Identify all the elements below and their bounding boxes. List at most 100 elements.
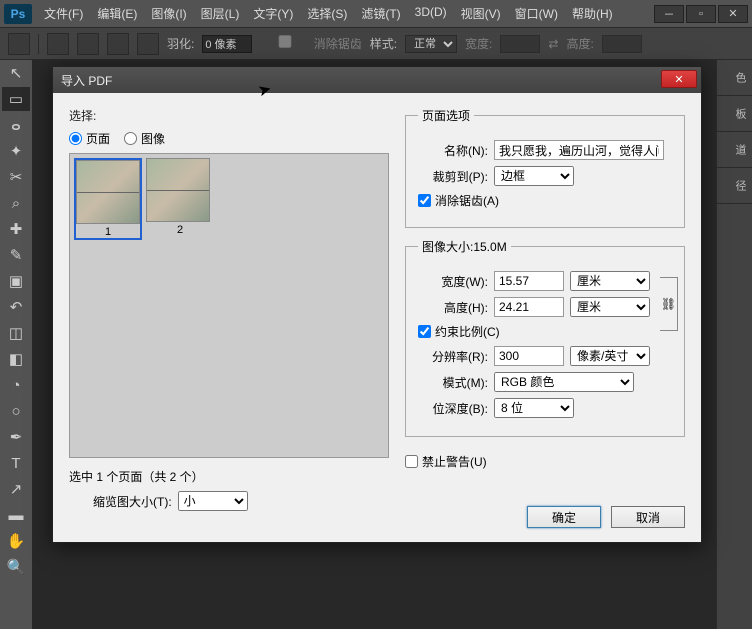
heal-tool[interactable]: ✚	[2, 217, 30, 241]
radio-image[interactable]: 图像	[124, 130, 165, 147]
suppress-warnings-checkbox[interactable]: 禁止警告(U)	[405, 453, 685, 470]
selection-subtract-icon[interactable]	[107, 33, 129, 55]
menu-type[interactable]: 文字(Y)	[247, 1, 299, 26]
marquee-tool[interactable]: ▭	[2, 87, 30, 111]
tools-panel: ↖ ▭ ⴰ ✦ ✂ ⌕ ✚ ✎ ▣ ↶ ◫ ◧ ◔ ○ ✒ T ↗ ▬ ✋ 🔍	[0, 60, 32, 580]
shape-tool[interactable]: ▬	[2, 503, 30, 527]
crop-select[interactable]: 边框	[494, 166, 574, 186]
cancel-button[interactable]: 取消	[611, 506, 685, 528]
resolution-unit-select[interactable]: 像素/英寸	[570, 346, 650, 366]
radio-page[interactable]: 页面	[69, 130, 110, 147]
stamp-tool[interactable]: ▣	[2, 269, 30, 293]
menubar: 文件(F) 编辑(E) 图像(I) 图层(L) 文字(Y) 选择(S) 滤镜(T…	[38, 1, 654, 26]
minimize-button[interactable]: －	[654, 5, 684, 23]
menu-image[interactable]: 图像(I)	[145, 1, 192, 26]
marquee-tool-icon[interactable]	[8, 33, 30, 55]
page-options-group: 页面选项 名称(N): 裁剪到(P): 边框 消除锯齿(A)	[405, 107, 685, 228]
zoom-tool[interactable]: 🔍	[2, 555, 30, 579]
crop-label: 裁剪到(P):	[418, 168, 488, 185]
menu-layer[interactable]: 图层(L)	[195, 1, 246, 26]
width-input-d[interactable]	[494, 271, 564, 291]
selection-new-icon[interactable]	[47, 33, 69, 55]
eraser-tool[interactable]: ◫	[2, 321, 30, 345]
resolution-label: 分辨率(R):	[418, 348, 488, 365]
import-pdf-dialog: 导入 PDF ✕ 选择: 页面 图像 1 2 选中 1 个页面（共 2 个）	[52, 66, 702, 543]
height-label-d: 高度(H):	[418, 299, 488, 316]
path-tool[interactable]: ↗	[2, 477, 30, 501]
thumbnail-list[interactable]: 1 2	[69, 153, 389, 458]
dialog-titlebar[interactable]: 导入 PDF ✕	[53, 67, 701, 93]
width-label-d: 宽度(W):	[418, 273, 488, 290]
selection-intersect-icon[interactable]	[137, 33, 159, 55]
panel-tab-color[interactable]: 色	[717, 60, 752, 96]
blur-tool[interactable]: ◔	[2, 373, 30, 397]
titlebar: Ps 文件(F) 编辑(E) 图像(I) 图层(L) 文字(Y) 选择(S) 滤…	[0, 0, 752, 28]
type-tool[interactable]: T	[2, 451, 30, 475]
swap-icon: ⇄	[548, 37, 558, 51]
image-size-legend: 图像大小:15.0M	[418, 238, 511, 255]
select-label: 选择:	[69, 107, 389, 124]
close-window-button[interactable]: ✕	[718, 5, 748, 23]
depth-select[interactable]: 8 位	[494, 398, 574, 418]
menu-view[interactable]: 视图(V)	[455, 1, 507, 26]
right-panels: 色 板 道 径	[716, 60, 752, 629]
thumb-image-2	[146, 158, 210, 222]
crop-tool[interactable]: ✂	[2, 165, 30, 189]
history-brush-tool[interactable]: ↶	[2, 295, 30, 319]
constrain-checkbox[interactable]: 约束比例(C)	[418, 323, 672, 340]
gradient-tool[interactable]: ◧	[2, 347, 30, 371]
thumb-label-2: 2	[177, 224, 183, 236]
antialias-checkbox-row[interactable]: 消除锯齿(A)	[418, 192, 672, 209]
menu-3d[interactable]: 3D(D)	[409, 1, 453, 26]
style-label: 样式:	[370, 35, 397, 52]
thumb-2[interactable]: 2	[146, 158, 214, 236]
feather-input[interactable]	[202, 35, 252, 53]
menu-window[interactable]: 窗口(W)	[509, 1, 564, 26]
menu-filter[interactable]: 滤镜(T)	[355, 1, 406, 26]
width-label: 宽度:	[465, 35, 492, 52]
dodge-tool[interactable]: ○	[2, 399, 30, 423]
thumb-label-1: 1	[105, 226, 111, 238]
link-icon[interactable]: ⛓	[660, 277, 678, 331]
name-input[interactable]	[494, 140, 664, 160]
selection-status: 选中 1 个页面（共 2 个）	[69, 468, 389, 485]
width-input	[500, 35, 540, 53]
panel-tab-paths[interactable]: 径	[717, 168, 752, 204]
resolution-input[interactable]	[494, 346, 564, 366]
thumbsize-label: 缩览图大小(T):	[93, 493, 172, 510]
name-label: 名称(N):	[418, 142, 488, 159]
menu-file[interactable]: 文件(F)	[38, 1, 89, 26]
mode-select[interactable]: RGB 颜色	[494, 372, 634, 392]
selection-add-icon[interactable]	[77, 33, 99, 55]
height-unit-select[interactable]: 厘米	[570, 297, 650, 317]
height-input	[602, 35, 642, 53]
panel-tab-channels[interactable]: 道	[717, 132, 752, 168]
style-select[interactable]: 正常	[405, 35, 457, 53]
thumbsize-select[interactable]: 小	[178, 491, 248, 511]
hand-tool[interactable]: ✋	[2, 529, 30, 553]
antialias-checkbox: 消除锯齿	[260, 35, 361, 52]
feather-label: 羽化:	[167, 35, 194, 52]
menu-select[interactable]: 选择(S)	[301, 1, 353, 26]
panel-tab-swatches[interactable]: 板	[717, 96, 752, 132]
menu-help[interactable]: 帮助(H)	[566, 1, 619, 26]
ok-button[interactable]: 确定	[527, 506, 601, 528]
wand-tool[interactable]: ✦	[2, 139, 30, 163]
thumb-image-1	[76, 160, 140, 224]
dialog-close-button[interactable]: ✕	[661, 70, 697, 88]
image-size-group: 图像大小:15.0M 宽度(W): 厘米 高度(H): 厘米 ⛓ 约束比例(C)…	[405, 238, 685, 437]
move-tool[interactable]: ↖	[2, 61, 30, 85]
thumb-1[interactable]: 1	[74, 158, 142, 240]
eyedropper-tool[interactable]: ⌕	[2, 191, 30, 215]
dialog-title: 导入 PDF	[61, 72, 112, 89]
height-label: 高度:	[566, 35, 593, 52]
width-unit-select[interactable]: 厘米	[570, 271, 650, 291]
pen-tool[interactable]: ✒	[2, 425, 30, 449]
height-input-d[interactable]	[494, 297, 564, 317]
lasso-tool[interactable]: ⴰ	[2, 113, 30, 137]
maximize-button[interactable]: ▫	[686, 5, 716, 23]
menu-edit[interactable]: 编辑(E)	[91, 1, 143, 26]
options-bar: 羽化: 消除锯齿 样式: 正常 宽度: ⇄ 高度:	[0, 28, 752, 60]
brush-tool[interactable]: ✎	[2, 243, 30, 267]
mode-label: 模式(M):	[418, 374, 488, 391]
